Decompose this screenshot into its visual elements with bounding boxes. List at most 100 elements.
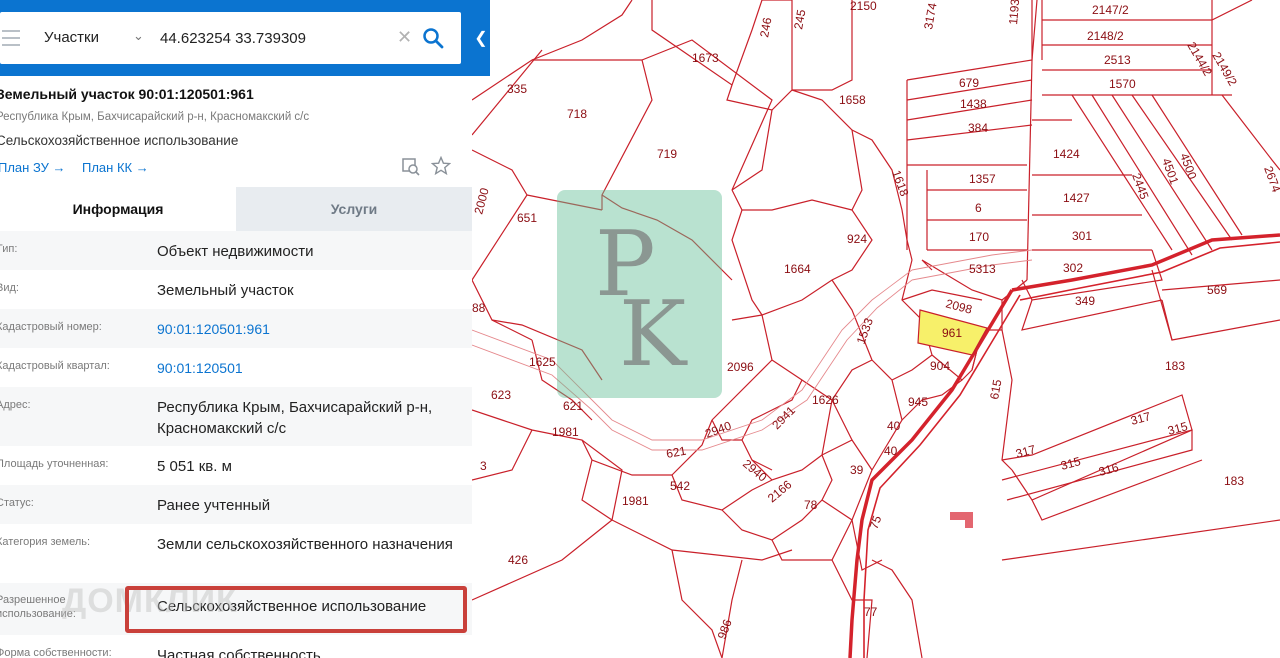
attribute-value: 5 051 кв. м (157, 458, 232, 475)
tab-information[interactable]: Информация (0, 187, 236, 231)
svg-text:183: 183 (1165, 359, 1185, 373)
cadastral-number-link[interactable]: 90:01:120501:961 (157, 319, 467, 340)
attribute-key: Площадь уточненная: (0, 458, 109, 470)
svg-text:2674: 2674 (1261, 164, 1280, 194)
svg-text:569: 569 (1207, 283, 1227, 297)
domclick-watermark: ДОМКЛИК (62, 582, 238, 621)
tab-services[interactable]: Услуги (236, 187, 472, 231)
svg-text:615: 615 (987, 378, 1004, 400)
plan-zu-link[interactable]: План ЗУ → (0, 160, 66, 175)
svg-text:246: 246 (757, 16, 774, 38)
find-on-map-icon[interactable] (402, 158, 420, 176)
svg-text:88: 88 (472, 301, 486, 315)
menu-icon[interactable] (2, 30, 22, 46)
svg-text:426: 426 (508, 553, 528, 567)
svg-text:1673: 1673 (692, 51, 719, 65)
svg-text:1626: 1626 (812, 393, 839, 407)
attribute-key: Адрес: (0, 399, 31, 411)
svg-text:945: 945 (908, 395, 928, 409)
attribute-row: Форма собственности: Частная собственнос… (0, 635, 472, 658)
svg-text:651: 651 (517, 211, 537, 225)
svg-text:621: 621 (563, 399, 583, 413)
svg-text:1193: 1193 (1006, 0, 1022, 25)
svg-text:1618: 1618 (889, 168, 911, 198)
svg-text:1981: 1981 (552, 425, 579, 439)
chevron-down-icon[interactable]: ⌄ (133, 28, 144, 44)
svg-text:6: 6 (975, 201, 982, 215)
attribute-value: Объект недвижимости (157, 243, 314, 260)
attribute-row: Тип: Объект недвижимости (0, 231, 472, 270)
svg-text:2096: 2096 (727, 360, 754, 374)
svg-text:1424: 1424 (1053, 147, 1080, 161)
svg-text:621: 621 (665, 444, 687, 461)
attribute-row: Площадь уточненная: 5 051 кв. м (0, 446, 472, 485)
svg-text:1664: 1664 (784, 262, 811, 276)
svg-text:3174: 3174 (921, 1, 939, 30)
svg-text:170: 170 (969, 230, 989, 244)
svg-text:986: 986 (715, 617, 735, 641)
svg-text:2513: 2513 (1104, 53, 1131, 67)
svg-text:5313: 5313 (969, 262, 996, 276)
panel-tabs: Информация Услуги (0, 187, 472, 231)
svg-text:302: 302 (1063, 261, 1083, 275)
attribute-key: Категория земель: (0, 536, 91, 548)
attribute-key: Форма собственности: (0, 647, 112, 658)
svg-text:335: 335 (507, 82, 527, 96)
app-root: 2150 3174 1193 2147/2 2148/2 2149/2 2144… (0, 0, 1280, 658)
svg-text:961: 961 (942, 326, 962, 340)
attribute-row: Кадастровый номер: 90:01:120501:961 (0, 309, 472, 348)
svg-text:75: 75 (867, 513, 885, 531)
search-icon[interactable] (421, 26, 445, 50)
svg-text:2940: 2940 (703, 418, 733, 440)
svg-text:719: 719 (657, 147, 677, 161)
search-type-select[interactable]: Участки (44, 29, 99, 46)
svg-text:1570: 1570 (1109, 77, 1136, 91)
svg-text:315: 315 (1166, 419, 1189, 438)
plot-use: Сельскохозяйственное использование (0, 133, 239, 148)
attribute-row: Статус: Ранее учтенный (0, 485, 472, 524)
search-input[interactable] (160, 24, 390, 52)
svg-text:3: 3 (480, 459, 487, 473)
svg-text:904: 904 (930, 359, 950, 373)
svg-text:1981: 1981 (622, 494, 649, 508)
svg-text:2000: 2000 (472, 186, 492, 216)
attribute-row: Адрес: Республика Крым, Бахчисарайский р… (0, 387, 472, 446)
svg-text:384: 384 (968, 121, 988, 135)
attribute-value: Республика Крым, Бахчисарайский р-н, Кра… (157, 399, 433, 437)
plot-address: Республика Крым, Бахчисарайский р-н, Кра… (0, 111, 310, 123)
attribute-key: Тип: (0, 243, 18, 255)
attribute-row: Кадастровый квартал: 90:01:120501 (0, 348, 472, 387)
rk-watermark-logo: P K (557, 190, 722, 398)
svg-text:K: K (619, 282, 688, 387)
svg-text:679: 679 (959, 76, 979, 90)
watermark-text: ДОМКЛИК (62, 582, 238, 620)
attribute-key: Статус: (0, 497, 34, 509)
svg-text:2445: 2445 (1129, 171, 1151, 201)
svg-text:1658: 1658 (839, 93, 866, 107)
clear-icon[interactable]: ✕ (397, 27, 412, 47)
svg-text:4501: 4501 (1159, 156, 1181, 186)
attribute-value: Земельный участок (157, 282, 294, 299)
svg-text:316: 316 (1097, 460, 1120, 479)
svg-text:245: 245 (791, 8, 808, 30)
svg-text:1357: 1357 (969, 172, 996, 186)
svg-text:542: 542 (670, 479, 690, 493)
cadastral-quarter-link[interactable]: 90:01:120501 (157, 358, 467, 379)
svg-text:40: 40 (887, 419, 901, 433)
attribute-value: Ранее учтенный (157, 497, 271, 514)
svg-text:77: 77 (864, 605, 878, 619)
svg-text:924: 924 (847, 232, 867, 246)
search-bar-container: Участки ⌄ ✕ ❮ (0, 0, 490, 76)
svg-text:301: 301 (1072, 229, 1092, 243)
collapse-panel-chevron-icon[interactable]: ❮ (472, 20, 490, 56)
svg-text:1427: 1427 (1063, 191, 1090, 205)
info-panel: Тип: Объект недвижимости Вид: Земельный … (0, 0, 472, 658)
plan-kk-link[interactable]: План КК → (82, 160, 149, 175)
svg-text:2150: 2150 (850, 0, 877, 13)
svg-text:40: 40 (884, 444, 898, 458)
star-icon[interactable] (430, 155, 452, 176)
attribute-value: Земли сельскохозяйственного назначения (157, 536, 453, 553)
svg-text:2940: 2940 (740, 457, 770, 485)
attribute-row: Категория земель: Земли сельскохозяйстве… (0, 524, 472, 583)
svg-text:183: 183 (1224, 474, 1244, 488)
